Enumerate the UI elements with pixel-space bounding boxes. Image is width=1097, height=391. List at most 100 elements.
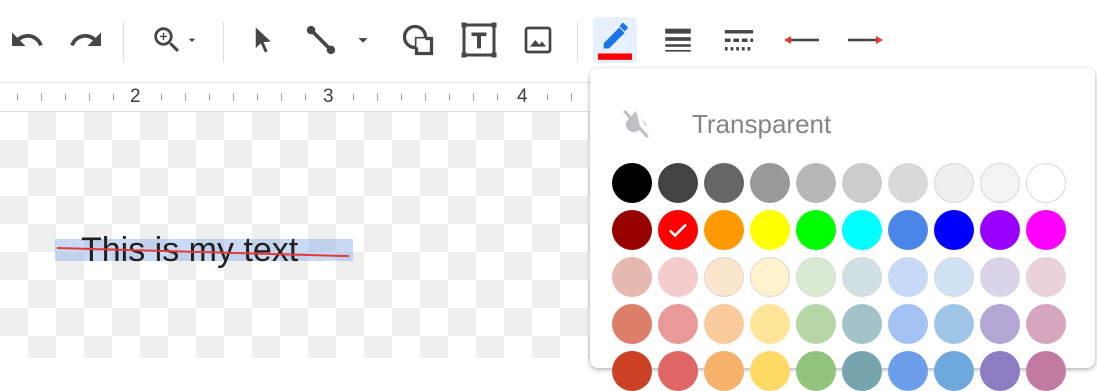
- line-color-dropdown: Transparent: [590, 68, 1095, 391]
- color-swatch[interactable]: [842, 210, 882, 250]
- color-swatch[interactable]: [980, 163, 1020, 203]
- line-dash-button[interactable]: [717, 17, 761, 63]
- color-swatch[interactable]: [1026, 351, 1066, 391]
- chevron-down-icon: [358, 38, 368, 43]
- zoom-icon: [154, 27, 180, 53]
- line-end-icon: [848, 36, 883, 44]
- color-swatch[interactable]: [796, 351, 836, 391]
- ruler-tick: [65, 94, 66, 100]
- color-swatch[interactable]: [704, 257, 744, 297]
- ruler-tick: [473, 93, 474, 101]
- line-color-button[interactable]: [593, 17, 637, 63]
- line-end-button[interactable]: [843, 17, 887, 63]
- ruler-tick: [425, 93, 426, 101]
- color-swatch[interactable]: [888, 257, 928, 297]
- ruler-tick: [377, 93, 378, 101]
- chevron-down-icon: [188, 38, 196, 42]
- color-swatch[interactable]: [612, 163, 652, 203]
- horizontal-ruler: 2 3 4: [0, 83, 590, 112]
- line-weight-button[interactable]: [656, 17, 700, 63]
- color-swatch[interactable]: [1026, 304, 1066, 344]
- ruler-tick: [305, 94, 306, 100]
- color-swatch[interactable]: [934, 351, 974, 391]
- color-swatch[interactable]: [796, 304, 836, 344]
- textbox-button[interactable]: [457, 17, 501, 63]
- line-tool-button[interactable]: [298, 17, 380, 63]
- color-swatch[interactable]: [704, 163, 744, 203]
- color-swatch[interactable]: [980, 351, 1020, 391]
- select-button[interactable]: [240, 17, 284, 63]
- color-swatch[interactable]: [704, 304, 744, 344]
- no-color-icon: [623, 109, 649, 139]
- undo-icon: [12, 32, 43, 46]
- color-swatch[interactable]: [750, 163, 790, 203]
- color-swatch[interactable]: [842, 304, 882, 344]
- color-swatch[interactable]: [750, 351, 790, 391]
- color-swatch[interactable]: [888, 304, 928, 344]
- color-swatch[interactable]: [612, 210, 652, 250]
- zoom-button[interactable]: [140, 17, 210, 63]
- ruler-tick: [41, 93, 42, 101]
- line-weight-icon: [665, 28, 691, 52]
- color-swatch[interactable]: [612, 257, 652, 297]
- color-swatch[interactable]: [796, 210, 836, 250]
- color-swatch[interactable]: [888, 351, 928, 391]
- select-icon: [255, 27, 271, 53]
- color-swatch[interactable]: [934, 257, 974, 297]
- color-swatch[interactable]: [1026, 210, 1066, 250]
- color-swatch[interactable]: [1026, 163, 1066, 203]
- undo-button[interactable]: [5, 17, 49, 63]
- ruler-number: 3: [323, 86, 334, 107]
- ruler-number: 2: [130, 86, 141, 107]
- redo-icon: [70, 32, 101, 46]
- image-icon: [524, 26, 552, 54]
- ruler-tick: [257, 94, 258, 100]
- color-swatch[interactable]: [980, 257, 1020, 297]
- color-swatch[interactable]: [934, 163, 974, 203]
- color-swatch[interactable]: [658, 163, 698, 203]
- color-swatch[interactable]: [704, 351, 744, 391]
- color-swatch[interactable]: [842, 351, 882, 391]
- ruler-tick: [497, 94, 498, 100]
- shape-button[interactable]: [396, 17, 440, 63]
- color-swatch[interactable]: [750, 304, 790, 344]
- color-swatch[interactable]: [612, 351, 652, 391]
- line-dash-icon: [724, 30, 754, 51]
- color-swatch[interactable]: [888, 210, 928, 250]
- color-swatch[interactable]: [796, 257, 836, 297]
- color-swatch[interactable]: [658, 351, 698, 391]
- color-swatch[interactable]: [750, 257, 790, 297]
- color-swatch[interactable]: [796, 163, 836, 203]
- color-swatch[interactable]: [934, 210, 974, 250]
- color-swatch[interactable]: [934, 304, 974, 344]
- color-swatch[interactable]: [658, 210, 698, 250]
- ruler-tick: [17, 94, 18, 100]
- color-swatch[interactable]: [750, 210, 790, 250]
- ruler-tick: [113, 94, 114, 100]
- image-button[interactable]: [516, 17, 560, 63]
- transparent-option[interactable]: Transparent: [620, 104, 831, 144]
- color-swatch[interactable]: [980, 304, 1020, 344]
- line-start-icon: [784, 36, 819, 44]
- color-swatch[interactable]: [704, 210, 744, 250]
- ruler-tick: [209, 94, 210, 100]
- color-swatch[interactable]: [842, 163, 882, 203]
- toolbar-separator: [223, 22, 224, 62]
- color-swatch[interactable]: [658, 257, 698, 297]
- color-swatch[interactable]: [658, 304, 698, 344]
- shape-icon: [402, 24, 434, 56]
- color-swatch[interactable]: [980, 210, 1020, 250]
- textbox-icon: [461, 22, 497, 58]
- color-swatch[interactable]: [842, 257, 882, 297]
- transparent-label: Transparent: [692, 108, 832, 139]
- ruler-tick: [353, 94, 354, 100]
- color-swatch[interactable]: [612, 304, 652, 344]
- line-start-button[interactable]: [780, 17, 824, 63]
- text-box[interactable]: This is my text: [55, 230, 353, 270]
- toolbar-separator: [123, 22, 124, 62]
- color-swatch[interactable]: [1026, 257, 1066, 297]
- drawing-canvas[interactable]: This is my text: [0, 112, 590, 358]
- redo-button[interactable]: [64, 17, 108, 63]
- color-swatch[interactable]: [888, 163, 928, 203]
- ruler-tick: [547, 94, 548, 100]
